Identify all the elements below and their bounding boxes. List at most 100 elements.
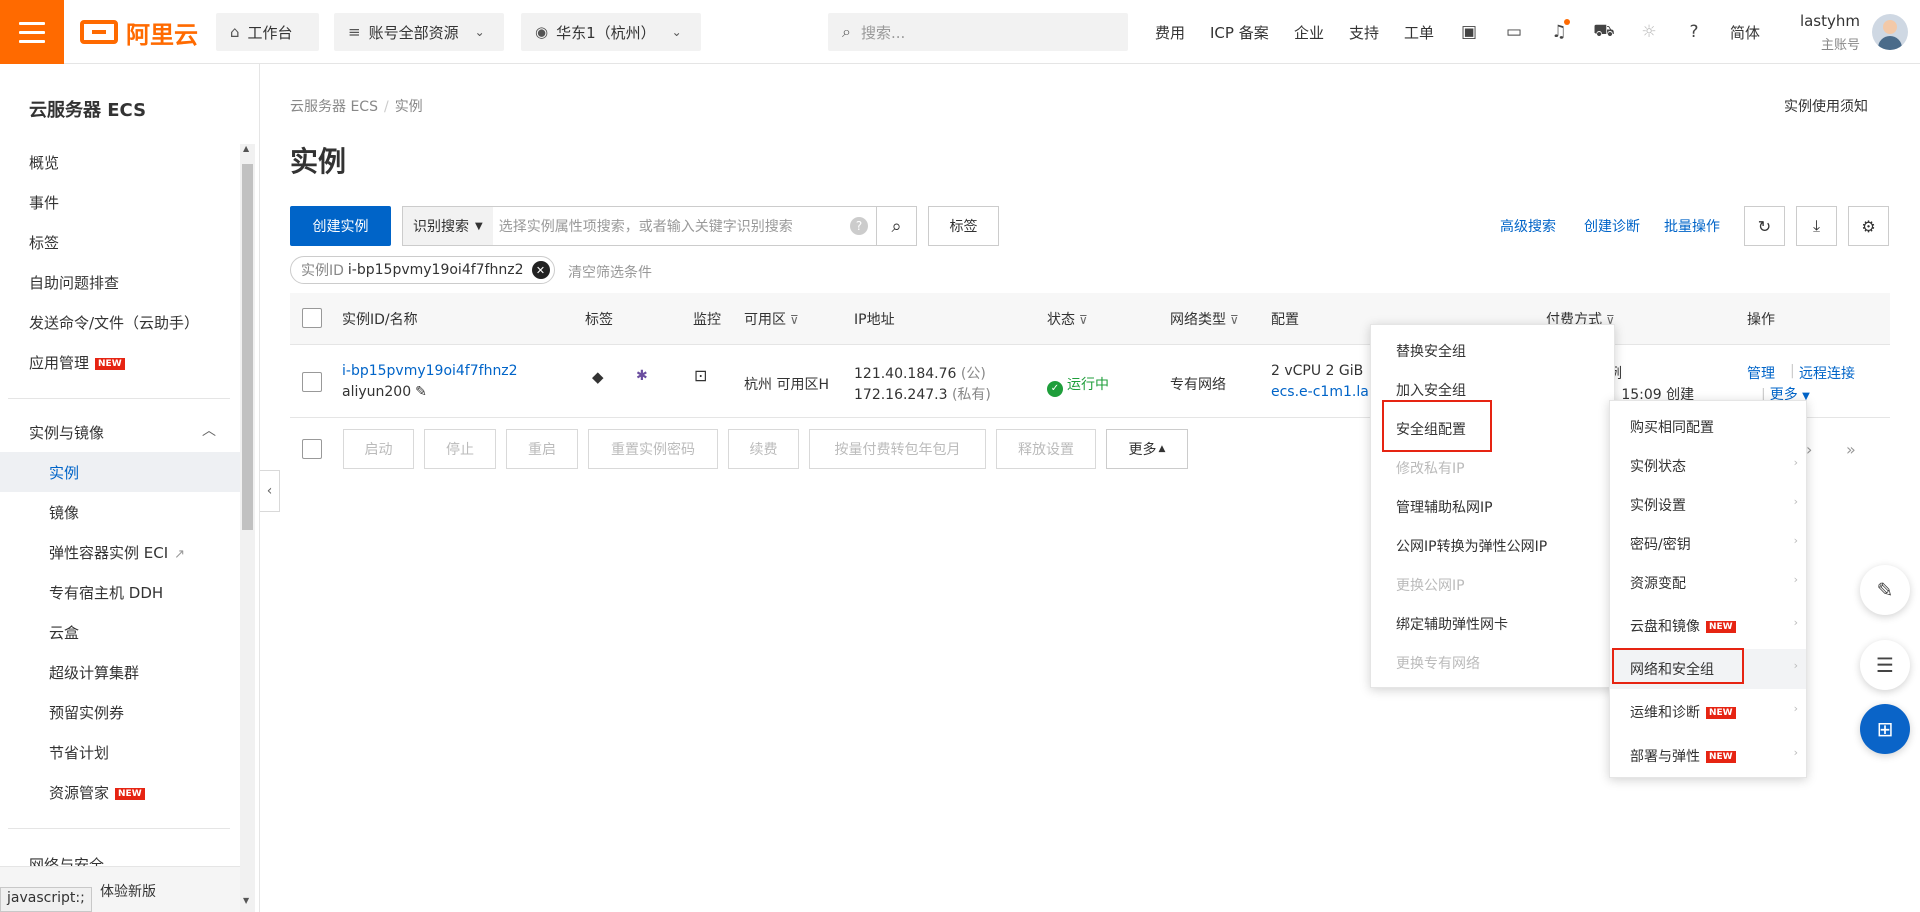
bulk-select-checkbox[interactable] — [302, 439, 322, 459]
clear-filter-link[interactable]: 清空筛选条件 — [568, 262, 652, 282]
advanced-search-link[interactable]: 高级搜索 — [1500, 216, 1556, 236]
menu-ops-diagnose[interactable]: 运维和诊断 NEW › — [1630, 702, 1808, 722]
create-diagnosis-link[interactable]: 创建诊断 — [1584, 216, 1640, 236]
resource-selector[interactable]: ≡ 账号全部资源 ⌄ — [334, 13, 504, 51]
manage-link[interactable]: 管理 — [1747, 363, 1775, 383]
sidebar-item-overview[interactable]: 概览 — [29, 152, 59, 173]
sidebar-collapse-button[interactable]: ‹ — [260, 470, 280, 512]
nav-enterprise[interactable]: 企业 — [1294, 0, 1324, 64]
chat-icon[interactable]: ☰ — [1860, 640, 1910, 690]
apps-icon[interactable]: ⊞ — [1860, 704, 1910, 754]
nav-support[interactable]: 支持 — [1349, 0, 1379, 64]
region-selector[interactable]: ◉ 华东1（杭州） ⌄ — [521, 13, 701, 51]
menu-buy-same-config[interactable]: 购买相同配置 — [1630, 417, 1714, 437]
create-instance-button[interactable]: 创建实例 — [290, 206, 391, 246]
menu-convert-eip[interactable]: 公网IP转换为弹性公网IP — [1396, 536, 1547, 556]
sidebar-item-events[interactable]: 事件 — [29, 192, 59, 213]
tag-filter-button[interactable]: 标签 — [928, 206, 999, 246]
row-checkbox[interactable] — [302, 372, 322, 392]
help-icon[interactable]: ? — [850, 217, 868, 235]
language-switch[interactable]: 简体 — [1730, 0, 1760, 64]
menu-join-security-group[interactable]: 加入安全组 — [1396, 380, 1466, 400]
sidebar-title: 云服务器 ECS — [29, 100, 147, 121]
filter-input[interactable]: 选择实例属性项搜索，或者输入关键字识别搜索 — [493, 216, 850, 236]
terminal-icon[interactable]: ▭ — [1502, 20, 1526, 44]
menu-icon[interactable] — [0, 0, 64, 64]
filter-type-select[interactable]: 识别搜索 ▼ — [403, 207, 493, 245]
menu-resource-change[interactable]: 资源变配 › — [1630, 573, 1808, 593]
nav-ticket[interactable]: 工单 — [1404, 0, 1434, 64]
select-all-checkbox[interactable] — [302, 308, 322, 328]
bell-icon[interactable]: ♫ — [1547, 19, 1571, 44]
global-search-input[interactable]: ⌕ 搜索... — [828, 13, 1128, 51]
settings-button[interactable]: ⚙ — [1848, 206, 1889, 246]
menu-deploy-elastic[interactable]: 部署与弹性 NEW › — [1630, 746, 1808, 766]
nav-icp[interactable]: ICP 备案 — [1210, 0, 1269, 64]
sidebar-item-resource-manager[interactable]: 资源管家 NEW — [49, 782, 145, 803]
sidebar-item-troubleshoot[interactable]: 自助问题排查 — [29, 272, 119, 293]
sidebar-item-cloudbox[interactable]: 云盒 — [49, 622, 79, 643]
th-zone[interactable]: 可用区 ⊽ — [744, 309, 799, 329]
edit-icon[interactable]: ✎ — [415, 384, 427, 400]
avatar[interactable] — [1872, 14, 1908, 50]
menu-instance-status[interactable]: 实例状态 › — [1630, 456, 1808, 476]
sidebar-item-reserved[interactable]: 预留实例券 — [49, 702, 124, 723]
export-button[interactable]: ⤓ — [1796, 206, 1837, 246]
th-status[interactable]: 状态 ⊽ — [1047, 309, 1088, 329]
config-type-link[interactable]: ecs.e-c1m1.larg — [1271, 384, 1383, 400]
network-security-submenu: 替换安全组 加入安全组 安全组配置 修改私有IP 管理辅助私网IP 公网IP转换… — [1370, 324, 1615, 688]
sidebar-item-savings-plan[interactable]: 节省计划 — [49, 742, 109, 763]
breadcrumb-ecs[interactable]: 云服务器 ECS — [290, 99, 378, 115]
scroll-down-icon[interactable]: ▼ — [243, 896, 249, 905]
th-network[interactable]: 网络类型 ⊽ — [1170, 309, 1239, 329]
menu-disk-image[interactable]: 云盘和镜像 NEW › — [1630, 616, 1808, 636]
sidebar-item-tags[interactable]: 标签 — [29, 232, 59, 253]
bulk-stop-button[interactable]: 停止 — [424, 429, 496, 469]
tag-color-icon[interactable]: ✱ — [636, 368, 648, 384]
help-icon[interactable]: ? — [1682, 20, 1706, 44]
sidebar-item-instances[interactable]: 实例 — [49, 462, 79, 483]
menu-instance-settings[interactable]: 实例设置 › — [1630, 495, 1808, 515]
cart-icon[interactable]: ⛟ — [1592, 20, 1616, 44]
refresh-button[interactable]: ↻ — [1744, 206, 1785, 246]
bulk-convert-billing-button[interactable]: 按量付费转包年包月 — [809, 429, 986, 469]
app-icon[interactable]: ▣ — [1457, 20, 1481, 44]
menu-manage-secondary-ip[interactable]: 管理辅助私网IP — [1396, 497, 1493, 517]
nav-fee[interactable]: 费用 — [1155, 0, 1185, 64]
sidebar-item-app-management[interactable]: 应用管理 NEW — [29, 352, 125, 373]
close-icon[interactable]: ✕ — [531, 261, 550, 279]
bulk-release-button[interactable]: 释放设置 — [996, 429, 1096, 469]
user-info[interactable]: lastyhm 主账号 — [1800, 12, 1860, 53]
sidebar-group-instances-images[interactable]: 实例与镜像 — [29, 422, 104, 443]
search-button[interactable]: ⌕ — [876, 206, 917, 246]
monitor-icon[interactable]: ⊡ — [694, 366, 707, 385]
sidebar-item-eci[interactable]: 弹性容器实例 ECI ↗ — [49, 542, 185, 563]
menu-bind-eni[interactable]: 绑定辅助弹性网卡 — [1396, 614, 1508, 634]
sidebar-item-images[interactable]: 镜像 — [49, 502, 79, 523]
scroll-up-icon[interactable]: ▲ — [243, 144, 249, 153]
workbench-button[interactable]: ⌂ 工作台 — [216, 13, 319, 51]
menu-replace-security-group[interactable]: 替换安全组 — [1396, 341, 1466, 361]
tag-icon[interactable]: ◆ — [592, 368, 604, 386]
bulk-renew-button[interactable]: 续费 — [728, 429, 799, 469]
last-page-icon[interactable]: » — [1846, 440, 1856, 459]
bulk-more-button[interactable]: 更多 ▲ — [1106, 429, 1188, 469]
sidebar-item-scc[interactable]: 超级计算集群 — [49, 662, 139, 683]
instance-filter[interactable]: 识别搜索 ▼ 选择实例属性项搜索，或者输入关键字识别搜索 ? — [402, 206, 877, 246]
chevron-up-icon[interactable]: ︿ — [202, 420, 216, 440]
batch-operation-link[interactable]: 批量操作 — [1664, 216, 1720, 236]
new-badge: NEW — [95, 358, 125, 370]
menu-password-key[interactable]: 密码/密钥 › — [1630, 534, 1808, 554]
instance-id-link[interactable]: i-bp15pvmy19oi4f7fhnz2 — [342, 363, 518, 379]
aliyun-logo[interactable]: 阿里云 — [80, 17, 198, 49]
remote-connect-link[interactable]: 远程连接 — [1799, 363, 1855, 383]
lightbulb-icon[interactable]: ☼ — [1637, 20, 1661, 44]
bulk-start-button[interactable]: 启动 — [343, 429, 414, 469]
bulk-reset-password-button[interactable]: 重置实例密码 — [588, 429, 718, 469]
sidebar-scrollbar-thumb[interactable] — [242, 164, 253, 530]
sidebar-item-cloud-assistant[interactable]: 发送命令/文件（云助手） — [29, 312, 199, 333]
instance-notice-link[interactable]: 实例使用须知 — [1784, 96, 1868, 116]
sidebar-item-ddh[interactable]: 专有宿主机 DDH — [49, 582, 163, 603]
bulk-restart-button[interactable]: 重启 — [506, 429, 578, 469]
edit-icon[interactable]: ✎ — [1860, 565, 1910, 615]
